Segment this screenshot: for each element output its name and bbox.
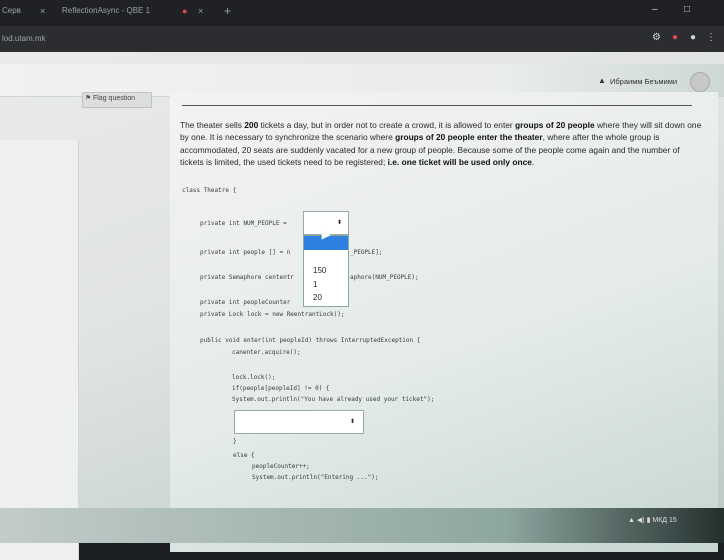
- code-else: else {: [233, 452, 255, 459]
- language-indicator[interactable]: МКД: [652, 517, 667, 524]
- url-text[interactable]: lod.utam.mk: [2, 34, 46, 43]
- code-lock-call: lock.lock();: [232, 374, 276, 381]
- code-field-num-people: private int NUM_PEOPLE =: [200, 220, 287, 227]
- network-icon[interactable]: ▮: [647, 517, 651, 524]
- text-segment: groups of 20 people: [515, 120, 595, 130]
- code-field-people-end: _PEOPLE];: [350, 249, 383, 256]
- dropdown-option-blank[interactable]: [304, 236, 348, 250]
- chevron-updown-icon: ⬍: [349, 419, 355, 425]
- flag-question-label: Flag question: [93, 95, 136, 102]
- code-method-signature: public void enter(int peopleId) throws I…: [200, 337, 421, 344]
- chevron-updown-icon: ⬍: [336, 220, 342, 226]
- dropdown-option[interactable]: 150: [313, 266, 326, 275]
- text-segment: The theater sells: [180, 120, 245, 130]
- notification-icon[interactable]: ●: [672, 32, 678, 43]
- tab-close-icon[interactable]: ×: [198, 6, 203, 16]
- user-icon: ▲: [598, 76, 606, 85]
- code-acquire: canenter.acquire();: [232, 349, 301, 356]
- clock[interactable]: 15: [669, 517, 677, 524]
- profile-icon[interactable]: ●: [690, 32, 696, 43]
- browser-tab-bar: Серв × ReflectionAsync - QBE 1 ● × + – □: [0, 0, 724, 26]
- code-field-lock: private Lock lock = new ReentrantLock();: [200, 311, 345, 318]
- divider: [182, 105, 692, 106]
- flag-icon: ⚑: [85, 95, 92, 102]
- code-if: if(people[peopleId] != 0) {: [232, 385, 330, 392]
- code-counter-inc: peopleCounter++;: [252, 463, 310, 470]
- answer-select-2[interactable]: ⬍: [234, 410, 364, 434]
- question-content: The theater sells 200 tickets a day, but…: [170, 92, 718, 552]
- tray-arrow-icon[interactable]: ▲: [628, 517, 635, 524]
- code-close-brace: }: [233, 438, 237, 445]
- avatar[interactable]: [690, 72, 710, 92]
- code-field-semaphore-end: aphore(NUM_PEOPLE);: [350, 274, 419, 281]
- question-info-panel: [0, 140, 79, 560]
- extension-icon[interactable]: ⚙: [652, 32, 661, 43]
- text-segment: i.e. one ticket will be used only once: [387, 157, 532, 168]
- text-segment: groups of 20 people enter the theater: [395, 132, 543, 143]
- minimize-icon[interactable]: –: [652, 4, 658, 15]
- volume-icon[interactable]: ◀): [637, 517, 645, 524]
- maximize-icon[interactable]: □: [684, 4, 690, 15]
- code-field-people: private int people [] = n: [200, 249, 291, 256]
- code-class-decl: class Theatre {: [182, 187, 237, 194]
- page: ▲ Ибраимм Беъмими ⚑ Flag question The th…: [0, 52, 724, 560]
- system-tray: ▲ ◀) ▮ МКД 15: [628, 516, 677, 524]
- flag-question-button[interactable]: ⚑ Flag question: [82, 92, 152, 108]
- dropdown-option[interactable]: 20: [313, 293, 322, 302]
- tab-1[interactable]: Серв: [2, 6, 21, 15]
- user-name[interactable]: Ибраимм Беъмими: [610, 77, 677, 86]
- tab-close-icon[interactable]: ×: [40, 6, 45, 16]
- num-people-dropdown-list[interactable]: 150 1 20: [303, 235, 349, 307]
- code-field-counter: private int peopleCounter: [200, 299, 291, 306]
- record-dot-icon: ●: [182, 6, 188, 16]
- taskbar: [0, 508, 724, 543]
- code-field-semaphore: private Semaphore cententr: [200, 274, 294, 281]
- address-bar[interactable]: lod.utam.mk ⚙ ● ● ⋮: [0, 26, 724, 52]
- question-text: The theater sells 200 tickets a day, but…: [180, 119, 702, 169]
- code-print-used: System.out.println("You have already use…: [232, 396, 435, 403]
- dropdown-option[interactable]: 1: [313, 280, 317, 289]
- code-print-enter: System.out.println("Entering ...");: [252, 474, 379, 481]
- text-segment: .: [531, 157, 535, 168]
- text-segment: tickets a day, but in order not to creat…: [258, 120, 516, 130]
- menu-icon[interactable]: ⋮: [706, 32, 716, 43]
- tab-2[interactable]: ReflectionAsync - QBE 1: [62, 6, 150, 15]
- text-segment: 200: [244, 120, 259, 130]
- new-tab-icon[interactable]: +: [224, 4, 231, 18]
